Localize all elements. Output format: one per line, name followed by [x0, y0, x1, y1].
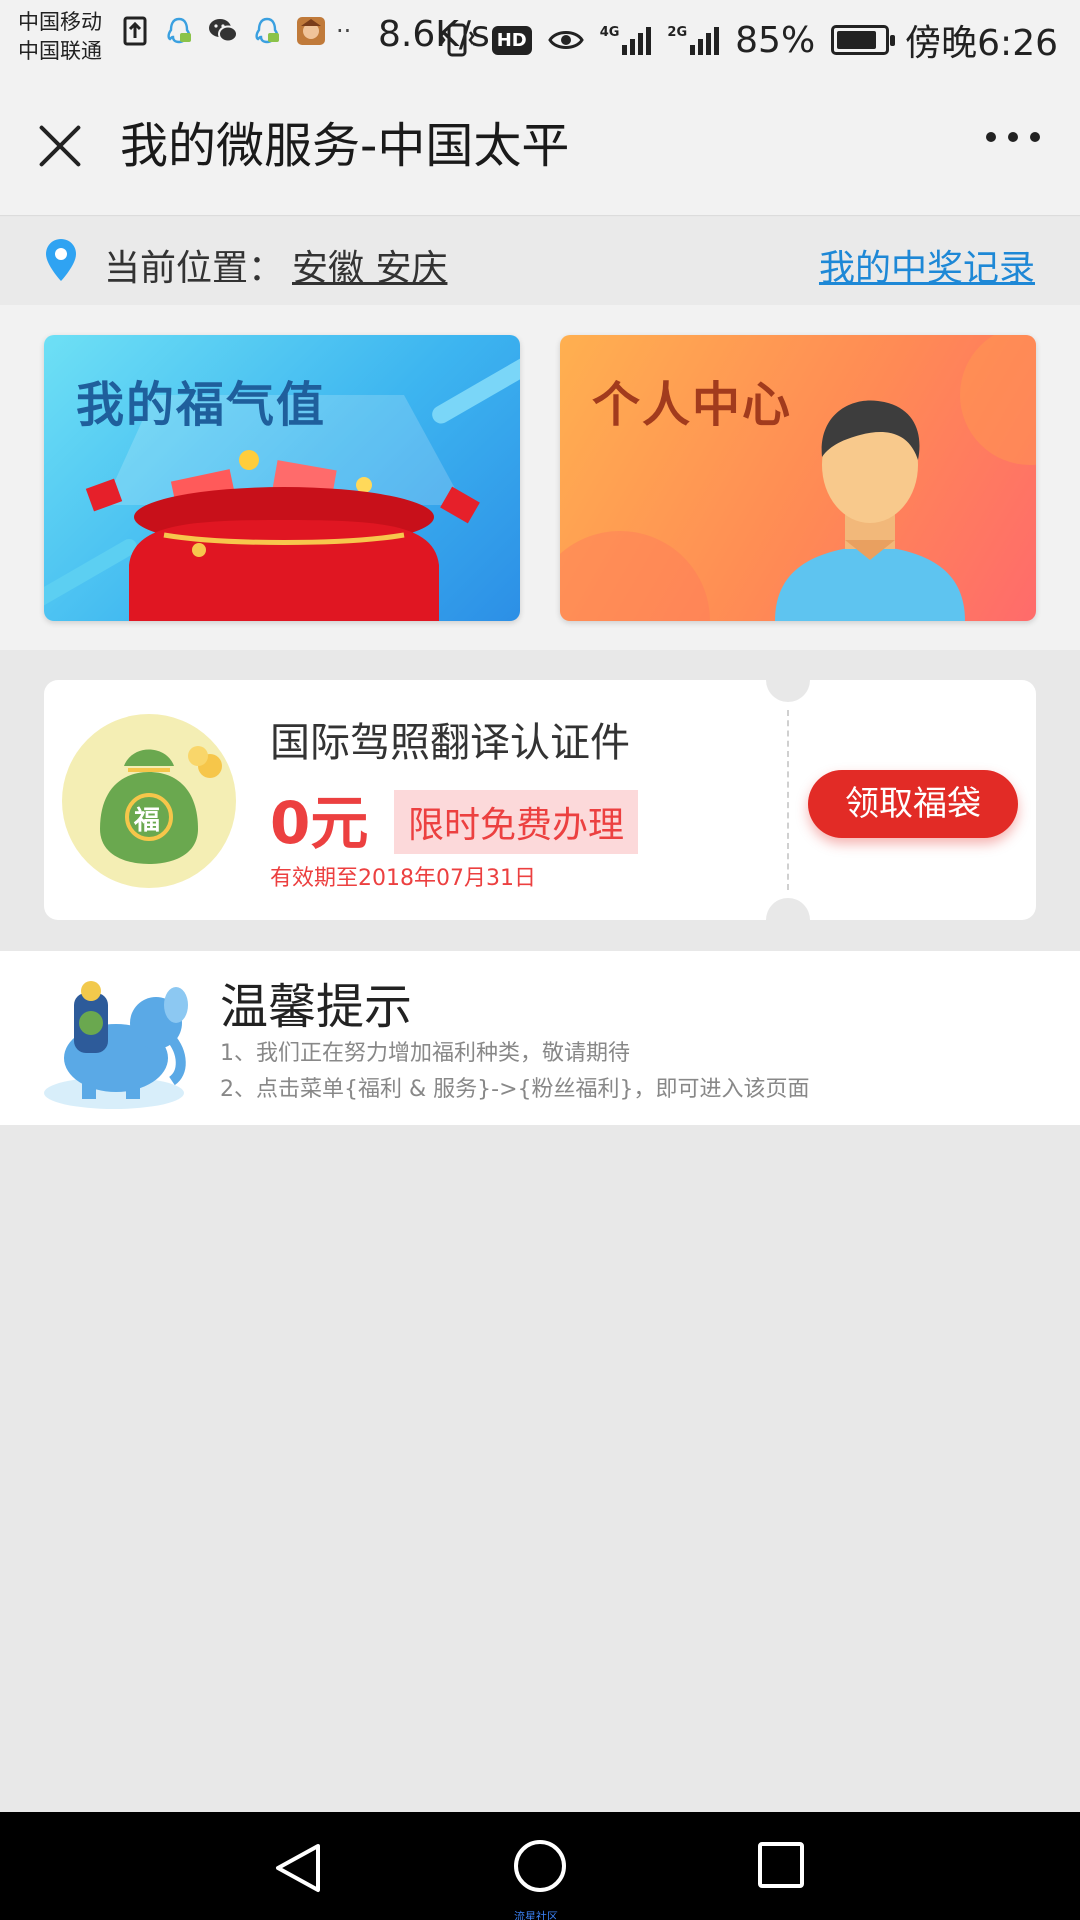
- coupon-title: 国际驾照翻译认证件: [270, 720, 630, 766]
- battery-percent: 85%: [735, 19, 816, 61]
- elephant-mascot-icon: [44, 981, 188, 1109]
- personal-center-card[interactable]: 个人中心: [560, 335, 1036, 621]
- banner-section: 我的福气值 个人中心: [0, 305, 1080, 650]
- tips-line-1: 1、我们正在努力增加福利种类，敬请期待: [220, 1041, 630, 1066]
- more-options-button[interactable]: [986, 132, 1040, 142]
- location-value[interactable]: 安徽 安庆: [292, 239, 447, 291]
- clock: 傍晚6:26: [905, 23, 1058, 64]
- page-title: 我的微服务-中国太平: [120, 118, 570, 174]
- coupon-notch-bottom: [766, 898, 810, 942]
- battery-fill: [837, 31, 877, 49]
- eye-icon: [547, 31, 584, 49]
- coupon-price: 0元: [270, 789, 369, 857]
- location-bar: 当前位置： 安徽 安庆 我的中奖记录: [0, 217, 1080, 305]
- lucky-value-title: 我的福气值: [76, 377, 327, 433]
- carrier-2: 中国联通: [18, 39, 102, 63]
- location-label: 当前位置：: [104, 248, 285, 289]
- lucky-bag-char: 福: [134, 806, 161, 836]
- coupon-notch-top: [766, 658, 810, 702]
- notification-icons: ··: [120, 16, 351, 46]
- claim-lucky-bag-button[interactable]: 领取福袋: [808, 770, 1018, 838]
- coupon-divider: [787, 710, 789, 890]
- title-bar: 我的微服务-中国太平: [0, 76, 1080, 216]
- home-icon[interactable]: [514, 1840, 566, 1892]
- lucky-value-card[interactable]: 我的福气值: [44, 335, 520, 621]
- coupon-card: 福 国际驾照翻译认证件 0元 限时免费办理 有效期至2018年07月31日 领取…: [44, 658, 1036, 942]
- vibrate-icon: [439, 23, 475, 57]
- back-icon[interactable]: [270, 1842, 330, 1894]
- hd-icon: HD: [491, 25, 532, 55]
- carrier-1: 中国移动: [18, 10, 102, 34]
- location-pin-icon: [46, 239, 76, 281]
- lucky-bag-icon: 福: [62, 714, 236, 888]
- tips-title: 温馨提示: [220, 979, 413, 1035]
- signal-2g-icon: 2G: [667, 25, 720, 55]
- qq-icon: [164, 16, 194, 46]
- coupon-free-tag: 限时免费办理: [394, 790, 639, 854]
- qq-icon: [252, 16, 282, 46]
- status-bar: 中国移动 中国联通 ·· 8.6K/s HD 4G 2G 85% 傍晚6:26: [0, 0, 1080, 76]
- battery-icon: [831, 25, 896, 55]
- close-button[interactable]: [30, 116, 90, 176]
- signal-4g-icon: 4G: [600, 25, 652, 55]
- more-notifications-icon: ··: [336, 17, 352, 45]
- upload-icon: [120, 16, 150, 46]
- carrier-labels: 中国移动 中国联通: [18, 8, 102, 66]
- recent-apps-icon[interactable]: [758, 1842, 804, 1888]
- tips-line-2: 2、点击菜单{福利 & 服务}->{粉丝福利}，即可进入该页面: [220, 1077, 810, 1102]
- wechat-icon: [208, 16, 238, 46]
- personal-center-title: 个人中心: [592, 377, 793, 433]
- watermark: 流星社区: [514, 1910, 558, 1920]
- coupon-valid-date: 有效期至2018年07月31日: [270, 866, 536, 891]
- prize-record-link[interactable]: 我的中奖记录: [819, 239, 1035, 291]
- game-avatar-icon: [296, 16, 326, 46]
- system-nav-bar: 流星社区: [0, 1812, 1080, 1920]
- tips-section: 温馨提示 1、我们正在努力增加福利种类，敬请期待 2、点击菜单{福利 & 服务}…: [0, 951, 1080, 1125]
- screen: 中国移动 中国联通 ·· 8.6K/s HD 4G 2G 85% 傍晚6:26 …: [0, 0, 1080, 1920]
- status-right: HD 4G 2G 85% 傍晚6:26: [438, 14, 1058, 66]
